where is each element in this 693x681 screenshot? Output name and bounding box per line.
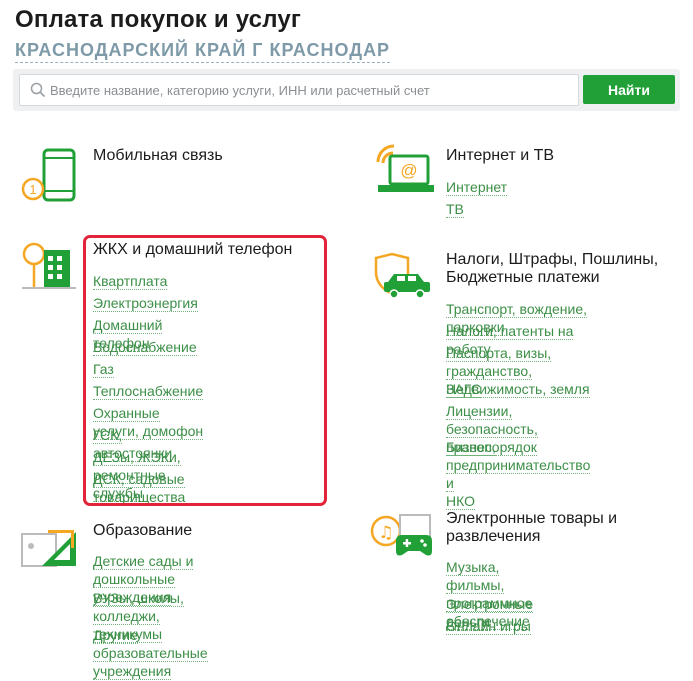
education-icon [21, 530, 76, 567]
internet-tv-icon: @ [376, 144, 434, 192]
region-selector[interactable]: КРАСНОДАРСКИЙ КРАЙ Г КРАСНОДАР [15, 40, 391, 63]
link-realty[interactable]: Недвижимость, земля [446, 381, 590, 398]
link-list: Интернет ТВ [446, 179, 508, 223]
title-line: Налоги, Штрафы, Пошлины, [446, 251, 659, 268]
category-title[interactable]: Электронные товары и развлечения [446, 510, 617, 546]
title-line: развлечения [446, 528, 541, 545]
car-shield-icon [374, 252, 430, 299]
house-icon [22, 242, 76, 289]
link-online-games[interactable]: Онлайн игры [446, 618, 531, 635]
category-title[interactable]: Образование [93, 522, 192, 540]
link-universities[interactable]: ВУЗы, школы, колледжи, [93, 590, 184, 625]
search-bar: Найти [13, 69, 680, 111]
link-business[interactable]: НКО [446, 493, 475, 510]
search-button[interactable]: Найти [583, 75, 675, 104]
link-passports[interactable]: Паспорта, визы, гражданство, [446, 345, 552, 380]
search-field[interactable] [19, 74, 579, 106]
category-title[interactable]: Интернет и ТВ [446, 147, 554, 165]
highlight-box [83, 235, 327, 506]
search-icon [30, 82, 46, 98]
title-line: Электронные товары и [446, 510, 618, 527]
link-list: Транспорт, вождение, парковки Налоги, па… [446, 301, 591, 510]
title-line: Бюджетные платежи [446, 269, 600, 286]
mobile-phone-icon: 1 [21, 148, 76, 202]
category-title[interactable]: Мобильная связь [93, 147, 223, 165]
link-other-education[interactable]: учреждения [93, 663, 172, 680]
svg-text:♫: ♫ [378, 523, 393, 543]
link-tv[interactable]: ТВ [446, 201, 464, 218]
svg-text:@: @ [400, 161, 417, 180]
link-internet[interactable]: Интернет [446, 179, 508, 196]
category-title[interactable]: Налоги, Штрафы, Пошлины, Бюджетные плате… [446, 251, 658, 287]
search-input[interactable] [50, 75, 570, 105]
link-kindergartens[interactable]: Детские сады и дошкольные [93, 553, 194, 588]
page-title: Оплата покупок и услуг [15, 6, 302, 33]
link-list: Детские сады и дошкольные учреждения ВУЗы… [93, 553, 208, 680]
link-licenses[interactable]: Лицензии, безопасность, [446, 403, 538, 438]
gamepad-music-icon: ♫ [370, 514, 432, 556]
svg-text:1: 1 [29, 182, 36, 197]
link-list: Музыка, фильмы, программное обеспечение Э… [446, 559, 534, 640]
